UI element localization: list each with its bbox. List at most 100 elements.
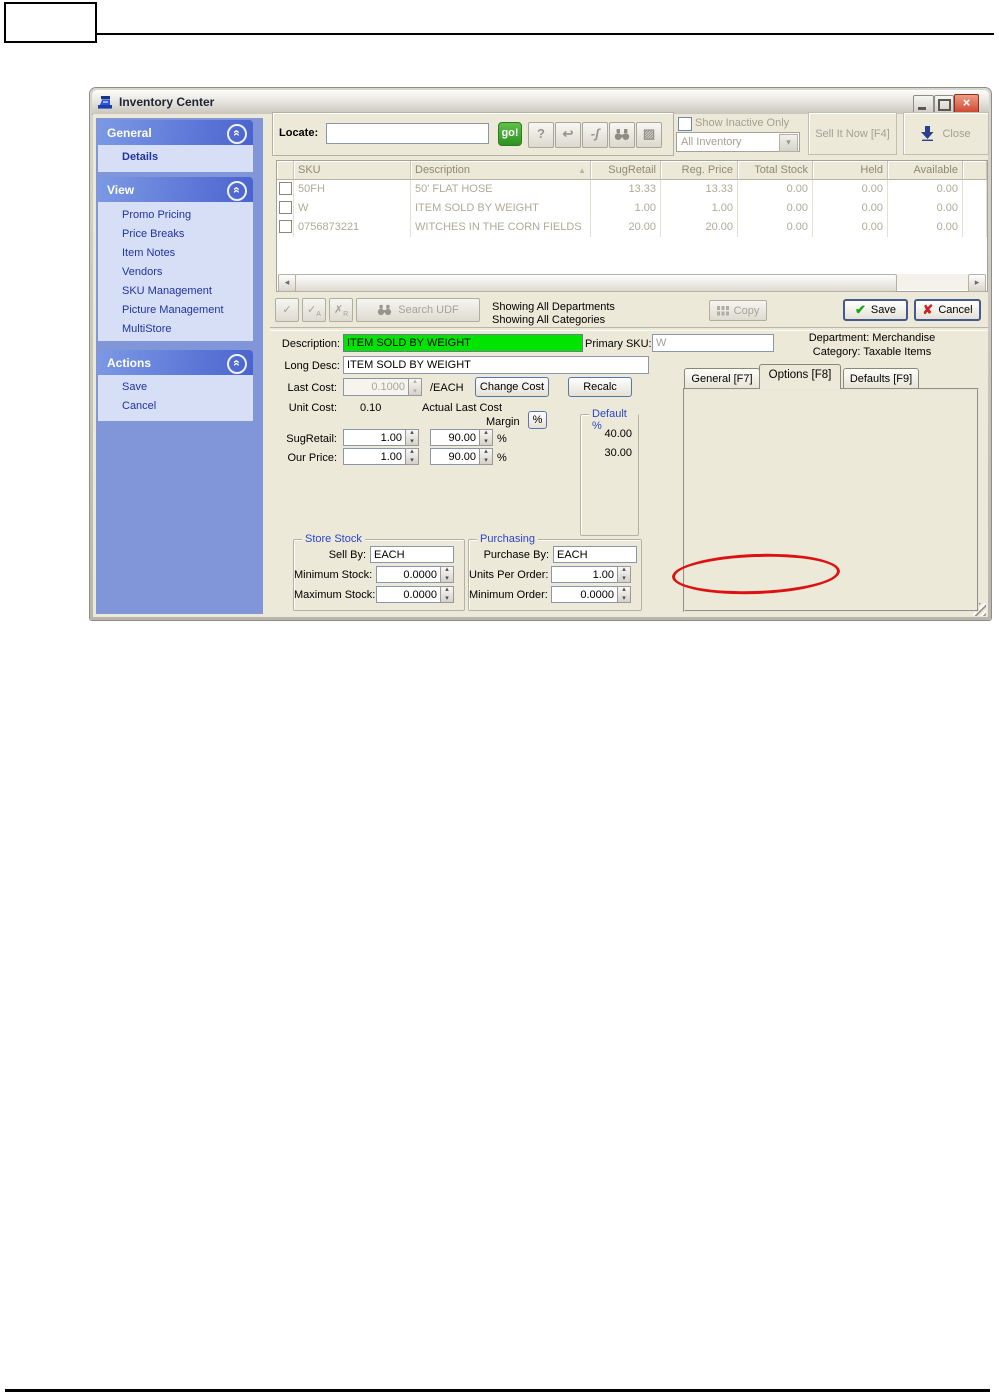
sugretail-margin-field[interactable] <box>430 429 493 446</box>
scroll-left-icon[interactable]: ◂ <box>278 274 296 292</box>
check-all-button[interactable]: ✓A <box>302 298 326 322</box>
description-input[interactable] <box>343 334 583 352</box>
maximum-stock-spinner[interactable] <box>440 586 454 603</box>
show-inactive-checkbox[interactable] <box>678 117 692 131</box>
help-button[interactable]: ? <box>528 122 554 148</box>
tab-general[interactable]: General [F7] <box>684 368 760 389</box>
row-checkbox[interactable] <box>279 201 292 214</box>
last-cost-spinner[interactable] <box>408 378 422 396</box>
last-cost-field[interactable] <box>343 378 422 396</box>
cell-total-stock: 0.00 <box>738 180 813 199</box>
minimum-stock-field[interactable] <box>376 566 454 583</box>
last-cost-input[interactable] <box>343 378 408 396</box>
cell-sku: 50FH <box>294 180 411 199</box>
our-price-margin-spinner[interactable] <box>479 448 493 465</box>
showing-categories-text: Showing All Categories <box>492 314 606 326</box>
column-header-reg-price[interactable]: Reg. Price <box>661 161 738 180</box>
copy-button[interactable]: Copy <box>709 300 767 321</box>
units-per-order-spinner[interactable] <box>617 566 631 583</box>
minimum-order-input[interactable] <box>551 586 617 603</box>
our-price-spinner[interactable] <box>405 448 419 465</box>
maximum-stock-input[interactable] <box>376 586 440 603</box>
sidebar-item-promo-pricing[interactable]: Promo Pricing <box>122 209 191 221</box>
sugretail-field[interactable] <box>343 429 419 446</box>
scrollbar-thumb[interactable] <box>295 274 897 292</box>
table-row[interactable]: 0756873221 WITCHES IN THE CORN FIELDS 20… <box>277 218 987 237</box>
locate-input[interactable] <box>326 123 489 144</box>
collapse-chevron-icon[interactable] <box>227 181 247 201</box>
minimum-stock-input[interactable] <box>376 566 440 583</box>
sugretail-spinner[interactable] <box>405 429 419 446</box>
column-header-description[interactable]: Description ▲ <box>411 161 591 180</box>
save-button[interactable]: ✔ Save <box>843 299 908 321</box>
table-row[interactable]: W ITEM SOLD BY WEIGHT 1.00 1.00 0.00 0.0… <box>277 199 987 218</box>
sidebar-item-vendors[interactable]: Vendors <box>122 266 162 278</box>
change-cost-button[interactable]: Change Cost <box>475 377 549 397</box>
undo-arrow-icon: ↩ <box>562 126 574 141</box>
column-header-held[interactable]: Held <box>813 161 888 180</box>
sidebar-item-details[interactable]: Details <box>122 151 158 163</box>
search-udf-button[interactable]: Search UDF <box>356 298 480 322</box>
column-header-available[interactable]: Available <box>888 161 963 180</box>
minimum-order-field[interactable] <box>551 586 631 603</box>
sidebar-item-item-notes[interactable]: Item Notes <box>122 247 175 259</box>
script-button[interactable]: -ʃ <box>582 122 608 148</box>
collapse-chevron-icon[interactable] <box>227 354 247 374</box>
sidebar-item-price-breaks[interactable]: Price Breaks <box>122 228 184 240</box>
sidebar-item-picture-management[interactable]: Picture Management <box>122 304 224 316</box>
sidebar-item-sku-management[interactable]: SKU Management <box>122 285 212 297</box>
purchase-by-input[interactable] <box>553 546 637 563</box>
units-per-order-input[interactable] <box>551 566 617 583</box>
long-desc-input[interactable] <box>343 356 649 374</box>
clear-checks-button[interactable]: ✗R <box>329 298 353 322</box>
check-button[interactable]: ✓ <box>275 298 299 322</box>
recalc-button[interactable]: Recalc <box>568 377 632 397</box>
scroll-right-icon[interactable]: ▸ <box>968 274 986 292</box>
sidebar-pane-general-header[interactable]: General <box>98 120 253 145</box>
close-icon: × <box>962 95 971 110</box>
undo-button[interactable]: ↩ <box>555 122 581 148</box>
sell-by-input[interactable] <box>370 546 454 563</box>
sugretail-margin-spinner[interactable] <box>479 429 493 446</box>
sidebar-pane-actions-header[interactable]: Actions <box>98 350 253 375</box>
go-button[interactable]: go! <box>498 122 522 146</box>
unit-cost-value: 0.10 <box>360 402 382 414</box>
sidebar-item-save[interactable]: Save <box>122 381 147 393</box>
tab-defaults[interactable]: Defaults [F9] <box>843 368 919 389</box>
sugretail-input[interactable] <box>343 429 405 446</box>
our-price-margin-input[interactable] <box>430 448 479 465</box>
sell-it-now-button[interactable]: Sell It Now [F4] <box>808 112 897 155</box>
primary-sku-input[interactable] <box>652 334 774 352</box>
cancel-button[interactable]: ✘ Cancel <box>914 299 981 321</box>
units-per-order-field[interactable] <box>551 566 631 583</box>
column-header-sugretail[interactable]: SugRetail <box>591 161 661 180</box>
minimum-order-spinner[interactable] <box>617 586 631 603</box>
tab-options[interactable]: Options [F8] <box>759 364 841 389</box>
our-price-margin-field[interactable] <box>430 448 493 465</box>
chevron-down-icon[interactable] <box>779 134 798 152</box>
sugretail-margin-input[interactable] <box>430 429 479 446</box>
inventory-filter-dropdown[interactable]: All Inventory <box>676 132 800 152</box>
column-header-total-stock[interactable]: Total Stock <box>738 161 813 180</box>
maximum-stock-field[interactable] <box>376 586 454 603</box>
minimum-stock-spinner[interactable] <box>440 566 454 583</box>
checkbox-column-header[interactable] <box>277 161 294 180</box>
row-checkbox[interactable] <box>279 220 292 233</box>
collapse-chevron-icon[interactable] <box>227 124 247 144</box>
sidebar-item-multistore[interactable]: MultiStore <box>122 323 172 335</box>
find-button[interactable] <box>609 122 635 148</box>
sidebar-item-cancel[interactable]: Cancel <box>122 400 156 412</box>
actual-last-cost-label: Actual Last Cost <box>422 402 503 414</box>
close-window-button[interactable]: × <box>954 94 979 114</box>
our-price-input[interactable] <box>343 448 405 465</box>
window-title: Inventory Center <box>119 95 215 109</box>
close-button[interactable]: Close <box>903 112 989 155</box>
margin-percent-button[interactable]: % <box>528 411 547 429</box>
report-button[interactable]: ▨ <box>636 122 662 148</box>
our-price-field[interactable] <box>343 448 419 465</box>
horizontal-scrollbar[interactable]: ◂ ▸ <box>278 274 986 292</box>
row-checkbox[interactable] <box>279 182 292 195</box>
column-header-sku[interactable]: SKU <box>294 161 411 180</box>
sidebar-pane-view-header[interactable]: View <box>98 177 253 202</box>
table-row[interactable]: 50FH 50' FLAT HOSE 13.33 13.33 0.00 0.00… <box>277 180 987 199</box>
